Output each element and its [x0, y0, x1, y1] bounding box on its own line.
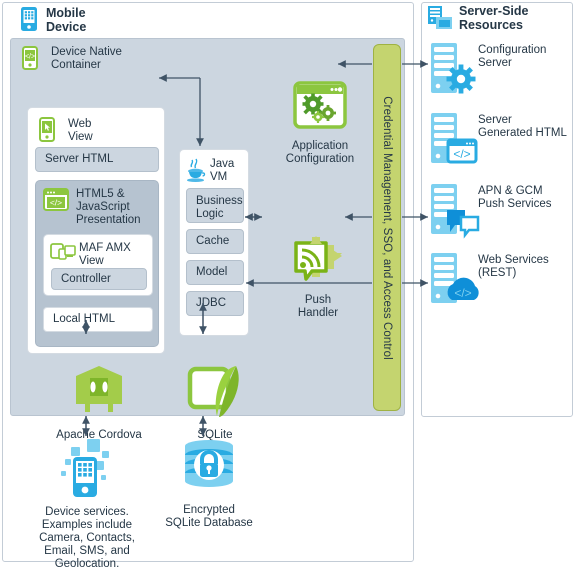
- responsive-devices-icon: [50, 243, 76, 260]
- html5-javascript-presentation-box: </> HTML5 & JavaScript Presentation MAF …: [35, 180, 159, 347]
- credential-management-bar: Credential Management, SSO, and Access C…: [373, 44, 401, 411]
- server-code-window-icon: </>: [431, 113, 478, 164]
- database-lock-icon: [185, 440, 233, 487]
- diagram-canvas: Mobile Device </> Device Native Containe…: [0, 0, 575, 570]
- svg-text:</>: </>: [50, 198, 62, 208]
- server-resource-web-services: </> Web Services (REST): [430, 252, 572, 312]
- server-gear-icon: [431, 43, 476, 94]
- device-services-node: Device services. Examples include Camera…: [22, 437, 152, 571]
- web-services-label: Web Services (REST): [478, 254, 549, 279]
- java-vm-box: Java VM Business Logic Cache Model JDBC: [179, 149, 249, 336]
- cache-chip: Cache: [186, 229, 244, 254]
- configuration-server-label: Configuration Server: [478, 44, 547, 69]
- server-generated-html-label: Server Generated HTML: [478, 114, 567, 139]
- mobile-phone-icon: [21, 7, 37, 31]
- web-view-label: Web View: [68, 118, 93, 143]
- svg-text:</>: </>: [25, 54, 35, 61]
- svg-text:</>: </>: [454, 286, 471, 300]
- device-native-container-label: Device Native Container: [51, 46, 122, 71]
- html5-presentation-label: HTML5 & JavaScript Presentation: [76, 188, 141, 226]
- apache-cordova-node: Apache Cordova: [49, 364, 149, 442]
- web-view-box: Web View Server HTML </> HTML5 & JavaScr…: [27, 107, 165, 354]
- device-services-label: Device services. Examples include Camera…: [39, 506, 135, 570]
- device-native-container: </> Device Native Container Web View Ser…: [10, 38, 405, 441]
- java-coffee-cup-icon: [187, 158, 206, 182]
- push-services-label: APN & GCM Push Services: [478, 185, 552, 210]
- jdbc-chip: JDBC: [186, 291, 244, 316]
- sqlite-feather-icon: [187, 366, 239, 417]
- svg-text:</>: </>: [453, 147, 470, 161]
- java-vm-label: Java VM: [210, 158, 235, 183]
- maf-amx-view-label: MAF AMX View: [79, 242, 131, 267]
- controller-chip: Controller: [51, 268, 147, 290]
- push-handler-node: Push Handler: [276, 235, 360, 320]
- server-cloud-code-icon: </>: [431, 253, 479, 303]
- mobile-device-title: Mobile Device: [46, 6, 87, 34]
- server-stack-icon: [428, 6, 452, 29]
- encrypted-database-label: Encrypted SQLite Database: [165, 504, 253, 529]
- push-broadcast-icon: [294, 236, 342, 281]
- sqlite-node: SQLite: [176, 364, 254, 442]
- gears-window-icon: [293, 81, 347, 129]
- maf-amx-view-box: MAF AMX View Controller: [43, 234, 153, 296]
- application-configuration-node: Application Configuration: [273, 81, 367, 166]
- server-chat-bubbles-icon: [431, 184, 480, 239]
- model-chip: Model: [186, 260, 244, 285]
- server-side-resources-title: Server-Side Resources: [459, 4, 529, 32]
- webview-cursor-icon: [39, 117, 55, 142]
- cordova-robot-icon: [76, 366, 122, 412]
- encrypted-database-node: Encrypted SQLite Database: [158, 437, 260, 530]
- application-configuration-label: Application Configuration: [285, 140, 355, 165]
- local-html-chip: Local HTML: [43, 307, 153, 332]
- server-resource-generated-html: </> Server Generated HTML: [430, 112, 572, 172]
- server-resource-push-services: APN & GCM Push Services: [430, 183, 572, 243]
- credential-management-bar-label: Credential Management, SSO, and Access C…: [381, 95, 393, 360]
- device-code-icon: </>: [22, 46, 38, 70]
- push-handler-label: Push Handler: [297, 294, 339, 319]
- business-logic-chip: Business Logic: [186, 188, 244, 223]
- browser-code-icon: </>: [43, 188, 69, 211]
- device-services-phone-icon: [61, 439, 109, 497]
- server-html-chip: Server HTML: [35, 147, 159, 172]
- server-resource-configuration-server: Configuration Server: [430, 42, 572, 102]
